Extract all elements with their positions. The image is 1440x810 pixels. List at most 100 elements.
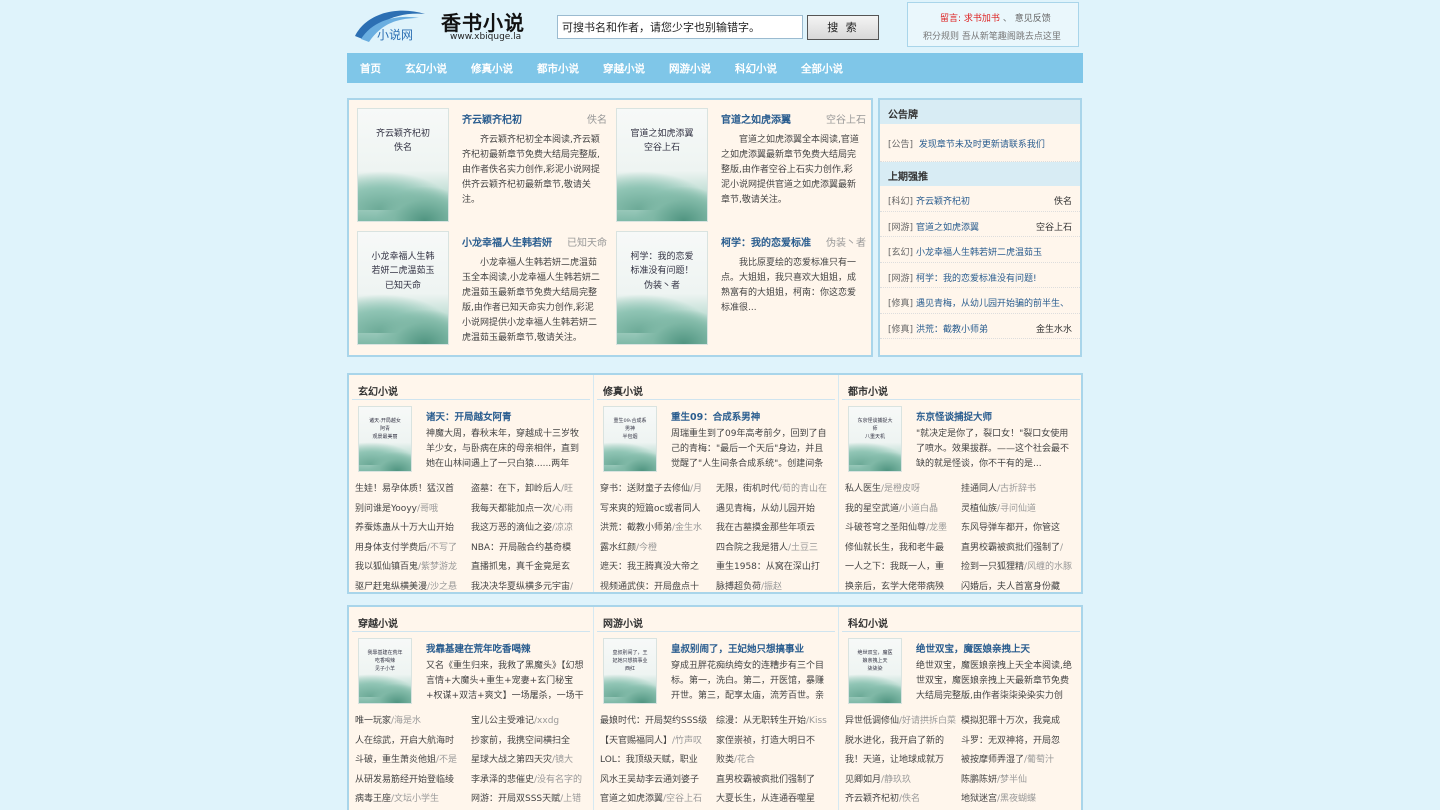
list-item[interactable]: 洪荒：截教小师弟/金生水 xyxy=(600,519,716,539)
list-book-title[interactable]: 大夏长生，从连通吞噬星 xyxy=(716,794,815,804)
list-item[interactable]: 换亲后，玄学大佬带病殃 xyxy=(845,578,961,598)
list-item[interactable]: 最娘时代：开局契约SSS级 xyxy=(600,712,716,732)
list-item[interactable]: 一人之下：我既一人，重 xyxy=(845,558,961,578)
book-title[interactable]: 官道之如虎添翼 xyxy=(721,111,791,126)
list-item[interactable]: 家侄崇祯，打造大明日不 xyxy=(716,732,832,752)
search-button[interactable]: 搜 索 xyxy=(807,15,879,40)
list-book-title[interactable]: 洪荒：截教小师弟 xyxy=(600,523,672,533)
list-item[interactable]: 用身体支付学费后/不写了 xyxy=(355,539,471,559)
list-item[interactable]: 修仙就长生，我和老牛最 xyxy=(845,539,961,559)
list-item[interactable]: 直男校霸被疯批们强制了 xyxy=(716,771,832,791)
nav-item[interactable]: 修真小说 xyxy=(471,61,513,76)
rank-item[interactable]: [玄幻] 小龙幸福人生韩若妍二虎温茹玉 xyxy=(880,237,1080,263)
list-book-title[interactable]: 一人之下：我既一人，重 xyxy=(845,562,944,572)
book-title[interactable]: 我靠基建在荒年吃香喝辣 xyxy=(426,641,531,655)
list-book-title[interactable]: 斗破苍穹之圣阳仙尊 xyxy=(845,523,926,533)
list-book-title[interactable]: 被按摩师弄湿了 xyxy=(961,755,1024,765)
rank-book-title[interactable]: 齐云颖齐杞初 xyxy=(916,197,970,207)
list-book-title[interactable]: 从研发易筋经开始登临绫 xyxy=(355,775,454,785)
list-book-title[interactable]: 盗墓：在下，卸岭后人 xyxy=(471,484,561,494)
book-cover[interactable]: 重生09:合成系 男神 半包烟 xyxy=(603,406,657,472)
list-item[interactable]: 无限，街机时代/荀的青山在 xyxy=(716,480,832,500)
rank-item[interactable]: [网游] 柯学：我的恋爱标准没有问题! xyxy=(880,263,1080,288)
list-item[interactable]: 挂通同人/古折辞书 xyxy=(961,480,1077,500)
rank-book-title[interactable]: 遇见青梅，从幼儿园开始骗的前半生、 xyxy=(916,299,1069,309)
list-book-title[interactable]: 我在古墓摸金那些年项云 xyxy=(716,523,815,533)
list-book-title[interactable]: 我！天道，让地球成就万 xyxy=(845,755,944,765)
list-item[interactable]: 脱水进化，我开启了新的 xyxy=(845,732,961,752)
list-book-title[interactable]: 人在综武，开启大航海时 xyxy=(355,736,454,746)
list-item[interactable]: 星球大战之第四天灾/镜大 xyxy=(471,751,587,771)
list-book-title[interactable]: 驱尸赶鬼纵横美漫 xyxy=(355,582,427,592)
list-item[interactable]: 露水红颜/今橙 xyxy=(600,539,716,559)
category-title[interactable]: 玄幻小说 xyxy=(352,378,590,400)
book-title[interactable]: 小龙幸福人生韩若妍 xyxy=(462,234,552,249)
list-item[interactable]: 大夏长生，从连通吞噬星 xyxy=(716,790,832,810)
list-book-title[interactable]: 宝儿公主受难记 xyxy=(471,716,534,726)
list-item[interactable]: 唯一玩家/海是水 xyxy=(355,712,471,732)
book-title[interactable]: 齐云颖齐杞初 xyxy=(462,111,522,126)
list-book-title[interactable]: 别问谁是Yooyy xyxy=(355,504,417,514)
list-item[interactable]: 我以狐仙镇百鬼/紫梦游龙 xyxy=(355,558,471,578)
list-book-title[interactable]: 我以狐仙镇百鬼 xyxy=(355,562,418,572)
list-item[interactable]: 败类/花合 xyxy=(716,751,832,771)
book-cover[interactable]: 柯学：我的恋爱 标准没有问题！ 伪装丶者 xyxy=(616,231,708,345)
book-title[interactable]: 诸天：开局越女阿青 xyxy=(426,409,512,423)
list-book-title[interactable]: 我决决华夏纵横多元宇宙 xyxy=(471,582,570,592)
list-book-title[interactable]: 挂通同人 xyxy=(961,484,997,494)
list-book-title[interactable]: 网游：开局双SSS天赋 xyxy=(471,794,560,804)
list-book-title[interactable]: 私人医生 xyxy=(845,484,881,494)
list-book-title[interactable]: 重生1958：从窝在深山打 xyxy=(716,562,820,572)
nav-item[interactable]: 科幻小说 xyxy=(735,61,777,76)
list-book-title[interactable]: 陈鹏陈妍 xyxy=(961,775,997,785)
book-title[interactable]: 东京怪谈捕捉大师 xyxy=(916,409,992,423)
list-book-title[interactable]: 官道之如虎添翼 xyxy=(600,794,663,804)
list-item[interactable]: 人在综武，开启大航海时 xyxy=(355,732,471,752)
list-book-title[interactable]: 修仙就长生，我和老牛最 xyxy=(845,543,944,553)
book-cover[interactable]: 小龙幸福人生韩 若妍二虎温茹玉 已知天命 xyxy=(357,231,449,345)
list-item[interactable]: 我每天都能加点一次/心雨 xyxy=(471,500,587,520)
book-title[interactable]: 重生09：合成系男神 xyxy=(671,409,760,423)
list-item[interactable]: 我这万恶的滴仙之姿/凉凉 xyxy=(471,519,587,539)
rank-item[interactable]: [修真] 遇见青梅，从幼儿园开始骗的前半生、 xyxy=(880,288,1080,314)
category-title[interactable]: 网游小说 xyxy=(597,610,835,632)
list-item[interactable]: 生娃！易孕体质！猛汉首 xyxy=(355,480,471,500)
book-cover[interactable]: 我靠基建在荒年 吃香喝辣 见子小羊 xyxy=(358,638,412,704)
list-item[interactable]: 写来爽的短篇oc或者同人 xyxy=(600,500,716,520)
list-book-title[interactable]: 见卿如月 xyxy=(845,775,881,785)
list-book-title[interactable]: 直男校霸被疯批们强制了 xyxy=(961,543,1060,553)
book-title[interactable]: 皇叔别闹了，王妃她只想搞事业 xyxy=(671,641,804,655)
list-book-title[interactable]: 用身体支付学费后 xyxy=(355,543,427,553)
list-book-title[interactable]: 地狱迷宫 xyxy=(961,794,997,804)
category-title[interactable]: 穿越小说 xyxy=(352,610,590,632)
list-item[interactable]: 我在古墓摸金那些年项云 xyxy=(716,519,832,539)
category-title[interactable]: 都市小说 xyxy=(842,378,1080,400)
list-item[interactable]: 直播抓鬼，真千金竟是玄 xyxy=(471,558,587,578)
nav-item[interactable]: 玄幻小说 xyxy=(405,61,447,76)
list-item[interactable]: 视频通武侠：开局盘点十 xyxy=(600,578,716,598)
list-book-title[interactable]: 齐云颖齐杞初 xyxy=(845,794,899,804)
book-cover[interactable]: 皇叔别闹了，王 妃她只想搞事业 西红 xyxy=(603,638,657,704)
list-book-title[interactable]: 综漫：从无职转生开始 xyxy=(716,716,806,726)
rank-book-title[interactable]: 洪荒：截教小师弟 xyxy=(916,325,988,335)
list-item[interactable]: 病毒王座/文坛小学生 xyxy=(355,790,471,810)
notice-text[interactable]: 发现章节未及时更新请联系我们 xyxy=(919,140,1045,150)
list-item[interactable]: 风水王吴劫李云通刘婆子 xyxy=(600,771,716,791)
list-item[interactable]: 私人医生/是橙皮呀 xyxy=(845,480,961,500)
list-item[interactable]: 被按摩师弄湿了/葡萄汁 xyxy=(961,751,1077,771)
nav-item[interactable]: 首页 xyxy=(360,61,381,76)
list-book-title[interactable]: 直男校霸被疯批们强制了 xyxy=(716,775,815,785)
list-book-title[interactable]: 直播抓鬼，真千金竟是玄 xyxy=(471,562,570,572)
list-item[interactable]: 见卿如月/静玖玖 xyxy=(845,771,961,791)
list-book-title[interactable]: 斗罗：无双神将，开局忽 xyxy=(961,736,1060,746)
list-item[interactable]: 从研发易筋经开始登临绫 xyxy=(355,771,471,791)
list-item[interactable]: 穿书：送财童子去修仙/月 xyxy=(600,480,716,500)
nav-item[interactable]: 网游小说 xyxy=(669,61,711,76)
list-item[interactable]: 官道之如虎添翼/空谷上石 xyxy=(600,790,716,810)
list-item[interactable]: LOL：我顶级天赋，职业 xyxy=(600,751,716,771)
list-item[interactable]: 遮天：我王腾真没大帝之 xyxy=(600,558,716,578)
list-item[interactable]: 直男校霸被疯批们强制了/ xyxy=(961,539,1077,559)
list-book-title[interactable]: 抄家前，我携空间横扫全 xyxy=(471,736,570,746)
list-book-title[interactable]: 斗破，重生萧炎他姐 xyxy=(355,755,436,765)
request-book-link[interactable]: 求书加书 xyxy=(964,14,1000,24)
